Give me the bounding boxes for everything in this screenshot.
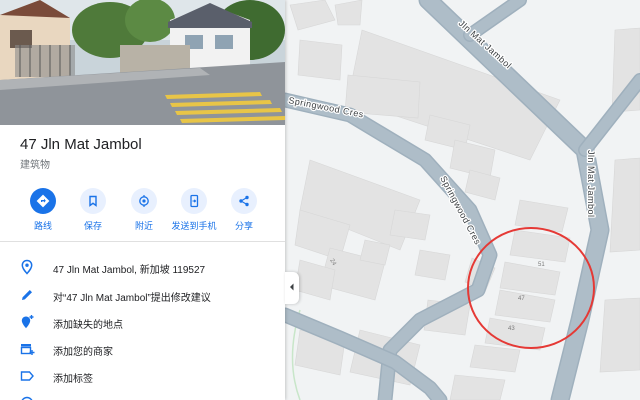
add-business-row[interactable]: 添加您的商家 [0,336,285,362]
suggest-edit-row[interactable]: 对“47 Jln Mat Jambol”提出修改建议 [0,282,285,308]
collapse-panel-button[interactable] [285,272,299,304]
add-label-row[interactable]: 添加标签 [0,363,285,389]
address-row[interactable]: 47 Jln Mat Jambol, 新加坡 119527 [0,254,285,280]
directions-icon [30,188,56,214]
nearby-icon [131,188,157,214]
history-row[interactable] [0,390,285,400]
nearby-button[interactable]: 附近 [119,188,169,234]
nearby-label: 附近 [134,221,153,231]
send-to-phone-button[interactable]: 发送到手机 [169,188,219,234]
save-label: 保存 [83,221,102,231]
share-icon [231,188,257,214]
house-number: 43 [508,326,515,332]
place-category: 建筑物 [20,160,50,171]
divider [0,241,285,242]
directions-label: 路线 [33,221,52,231]
action-bar: 路线 保存 附近 发送到手机 分享 [0,188,285,231]
address-text: 47 Jln Mat Jambol, 新加坡 119527 [53,265,206,276]
send-to-phone-label: 发送到手机 [171,221,217,231]
add-label-text: 添加标签 [53,374,93,385]
add-missing-place-text: 添加缺失的地点 [53,320,123,331]
directions-button[interactable]: 路线 [18,188,68,234]
place-panel: 47 Jln Mat Jambol 建筑物 路线 保存 附近 发送到手机 分享 … [0,0,285,400]
add-missing-place-row[interactable]: 添加缺失的地点 [0,309,285,335]
house-number: 47 [518,296,525,302]
share-label: 分享 [234,221,253,231]
place-title: 47 Jln Mat Jambol [20,136,142,153]
share-button[interactable]: 分享 [219,188,269,234]
street-label-jln-mat-jambol-right: Jln Mat Jambol [586,150,596,218]
pencil-icon [19,287,35,303]
house-number: 51 [538,262,545,268]
label-icon [19,368,35,384]
location-pin-icon [19,259,35,275]
add-business-icon [19,341,35,357]
add-location-icon [19,314,35,330]
send-to-phone-icon [181,188,207,214]
suggest-edit-text: 对“47 Jln Mat Jambol”提出修改建议 [53,293,211,304]
chevron-left-icon [288,279,296,297]
save-button[interactable]: 保存 [68,188,118,234]
place-photo[interactable] [0,0,285,125]
bookmark-icon [80,188,106,214]
add-business-text: 添加您的商家 [53,347,113,358]
history-icon [19,395,35,400]
